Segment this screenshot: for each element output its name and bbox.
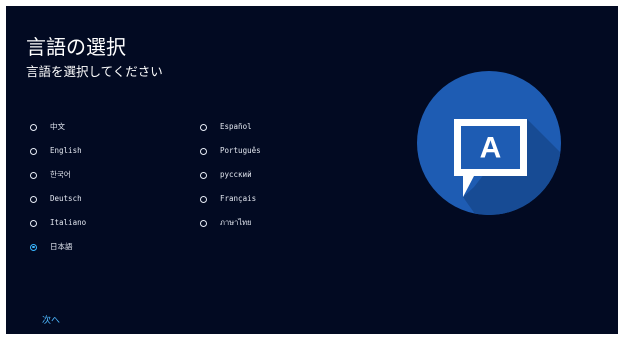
language-option-english[interactable]: English — [30, 144, 82, 158]
radio-button-selected[interactable] — [30, 243, 37, 251]
language-label: Français — [220, 194, 257, 203]
radio-button[interactable] — [30, 147, 37, 155]
language-label: ภาษาไทย — [220, 218, 252, 227]
language-label: Deutsch — [50, 194, 82, 203]
language-option-chinese[interactable]: 中文 — [30, 120, 65, 134]
language-label: 한국어 — [50, 170, 71, 179]
language-label: Español — [220, 122, 252, 131]
radio-button[interactable] — [200, 195, 207, 203]
radio-button[interactable] — [30, 123, 37, 131]
language-option-french[interactable]: Français — [200, 192, 256, 206]
page-subtitle: 言語を選択してください — [26, 64, 163, 79]
next-button[interactable]: 次へ — [42, 315, 60, 327]
language-option-korean[interactable]: 한국어 — [30, 168, 71, 182]
radio-button[interactable] — [30, 195, 37, 203]
radio-button[interactable] — [200, 171, 207, 179]
language-label: Português — [220, 146, 261, 155]
language-label: Italiano — [50, 218, 87, 227]
language-selection-screen: 言語の選択 言語を選択してください 中文 English 한국어 Deutsch… — [6, 6, 618, 334]
page-title: 言語の選択 — [26, 35, 126, 59]
language-option-russian[interactable]: русский — [200, 168, 252, 182]
language-speech-bubble-icon: A — [417, 71, 561, 215]
radio-button[interactable] — [30, 171, 37, 179]
language-label: English — [50, 146, 82, 155]
radio-button[interactable] — [200, 123, 207, 131]
language-label: русский — [220, 170, 252, 179]
language-label: 日本語 — [50, 242, 73, 251]
radio-button[interactable] — [30, 219, 37, 227]
language-option-japanese[interactable]: 日本語 — [30, 240, 73, 254]
language-option-german[interactable]: Deutsch — [30, 192, 82, 206]
language-option-italian[interactable]: Italiano — [30, 216, 86, 230]
language-list: 中文 English 한국어 Deutsch Italiano 日本語 Espa… — [30, 120, 370, 260]
letter-a-glyph: A — [480, 132, 502, 165]
radio-button[interactable] — [200, 147, 207, 155]
language-option-spanish[interactable]: Español — [200, 120, 252, 134]
language-option-thai[interactable]: ภาษาไทย — [200, 216, 251, 230]
radio-button[interactable] — [200, 219, 207, 227]
language-label: 中文 — [50, 122, 65, 131]
language-option-portuguese[interactable]: Português — [200, 144, 261, 158]
